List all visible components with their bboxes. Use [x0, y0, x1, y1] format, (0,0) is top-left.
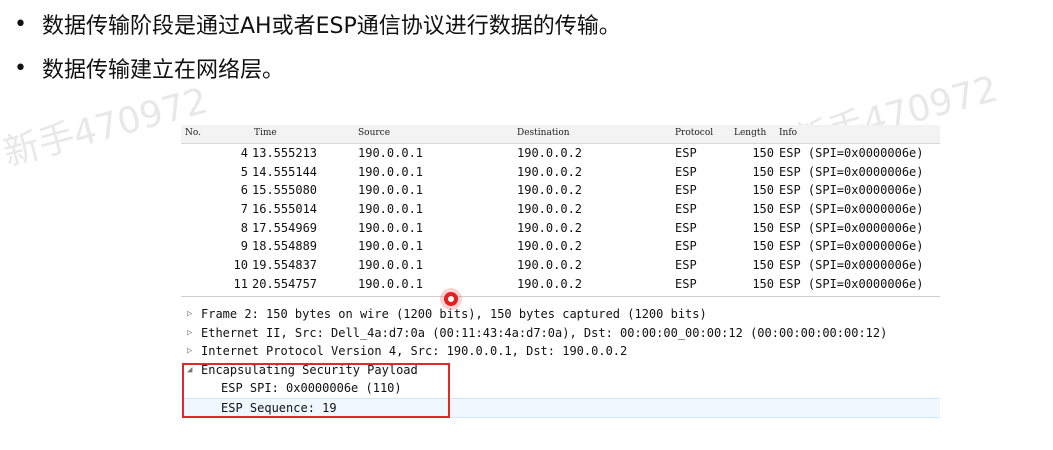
cell-time: 18.554889 — [252, 239, 318, 254]
packet-row[interactable]: 6 15.555080 190.0.0.1 190.0.0.2 ESP 150 … — [181, 181, 940, 200]
cell-time: 19.554837 — [252, 258, 318, 273]
cell-protocol: ESP — [675, 239, 697, 254]
cell-no: 5 — [240, 164, 248, 179]
cell-destination: 190.0.0.2 — [517, 239, 583, 254]
cell-length: 150 — [752, 164, 774, 179]
cell-protocol: ESP — [675, 276, 697, 291]
cell-info: ESP (SPI=0x0000006e) — [779, 164, 924, 179]
cell-protocol: ESP — [675, 258, 697, 273]
bullet-text: 数据传输阶段是通过AH或者ESP通信协议进行数据的传输。 — [42, 14, 621, 39]
cell-time: 17.554969 — [252, 220, 318, 235]
cell-no: 4 — [240, 146, 248, 160]
cell-source: 190.0.0.1 — [358, 276, 424, 291]
cell-protocol: ESP — [675, 220, 697, 235]
expand-icon[interactable]: ▷ — [181, 328, 201, 338]
cell-time: 13.555213 — [252, 146, 318, 160]
cell-no: 7 — [240, 202, 248, 217]
cell-length: 150 — [752, 202, 774, 217]
cell-destination: 190.0.0.2 — [517, 276, 583, 291]
cell-protocol: ESP — [675, 164, 697, 179]
expand-icon[interactable]: ▷ — [181, 309, 201, 319]
col-header-length[interactable]: Length — [734, 128, 766, 138]
bullet-text: 数据传输建立在网络层。 — [42, 58, 285, 83]
cell-length: 150 — [752, 220, 774, 235]
cell-no: 11 — [233, 276, 248, 291]
packet-row[interactable]: 9 18.554889 190.0.0.1 190.0.0.2 ESP 150 … — [181, 237, 940, 256]
cell-source: 190.0.0.1 — [358, 146, 424, 160]
cell-source: 190.0.0.1 — [358, 202, 424, 217]
cell-info: ESP (SPI=0x0000006e) — [779, 202, 924, 217]
cell-info: ESP (SPI=0x0000006e) — [779, 276, 924, 291]
cell-no: 9 — [240, 239, 248, 254]
cell-no: 8 — [240, 220, 248, 235]
bullet-item: • 数据传输建立在网络层。 — [14, 46, 621, 90]
cell-protocol: ESP — [675, 202, 697, 217]
col-header-time[interactable]: Time — [254, 128, 277, 138]
cell-destination: 190.0.0.2 — [517, 183, 583, 198]
cell-info: ESP (SPI=0x0000006e) — [779, 183, 924, 198]
packet-row[interactable]: 11 20.554757 190.0.0.1 190.0.0.2 ESP 150… — [181, 275, 940, 294]
cell-length: 150 — [752, 239, 774, 254]
highlight-box — [182, 363, 450, 418]
cell-destination: 190.0.0.2 — [517, 146, 583, 160]
cell-info: ESP (SPI=0x0000006e) — [779, 146, 924, 160]
col-header-no[interactable]: No. — [185, 128, 201, 138]
bullet-marker: • — [14, 55, 27, 81]
slide-bullets: • 数据传输阶段是通过AH或者ESP通信协议进行数据的传输。 • 数据传输建立在… — [14, 2, 621, 90]
detail-frame[interactable]: ▷ Frame 2: 150 bytes on wire (1200 bits)… — [181, 305, 940, 324]
cell-destination: 190.0.0.2 — [517, 220, 583, 235]
cell-time: 15.555080 — [252, 183, 318, 198]
detail-ethernet[interactable]: ▷ Ethernet II, Src: Dell_4a:d7:0a (00:11… — [181, 324, 940, 343]
detail-ip[interactable]: ▷ Internet Protocol Version 4, Src: 190.… — [181, 342, 940, 361]
cell-protocol: ESP — [675, 183, 697, 198]
detail-ethernet-text: Ethernet II, Src: Dell_4a:d7:0a (00:11:4… — [201, 325, 888, 340]
cell-time: 20.554757 — [252, 276, 318, 291]
packet-row[interactable]: 7 16.555014 190.0.0.1 190.0.0.2 ESP 150 … — [181, 200, 940, 219]
col-header-info[interactable]: Info — [779, 128, 797, 138]
cell-info: ESP (SPI=0x0000006e) — [779, 258, 924, 273]
bullet-marker: • — [14, 11, 27, 37]
cell-destination: 190.0.0.2 — [517, 164, 583, 179]
cell-time: 16.555014 — [252, 202, 318, 217]
col-header-protocol[interactable]: Protocol — [675, 128, 713, 138]
packet-list-header: No. Time Source Destination Protocol Len… — [181, 125, 940, 144]
cell-destination: 190.0.0.2 — [517, 202, 583, 217]
cell-protocol: ESP — [675, 146, 697, 160]
cell-source: 190.0.0.1 — [358, 164, 424, 179]
cell-source: 190.0.0.1 — [358, 239, 424, 254]
packet-row[interactable]: 10 19.554837 190.0.0.1 190.0.0.2 ESP 150… — [181, 256, 940, 275]
col-header-source[interactable]: Source — [358, 128, 390, 138]
cell-no: 10 — [233, 258, 248, 273]
cell-source: 190.0.0.1 — [358, 183, 424, 198]
detail-frame-text: Frame 2: 150 bytes on wire (1200 bits), … — [201, 307, 707, 322]
col-header-destination[interactable]: Destination — [517, 128, 570, 138]
cell-destination: 190.0.0.2 — [517, 258, 583, 273]
cell-no: 6 — [240, 183, 248, 198]
cell-source: 190.0.0.1 — [358, 258, 424, 273]
detail-ip-text: Internet Protocol Version 4, Src: 190.0.… — [201, 344, 628, 359]
expand-icon[interactable]: ▷ — [181, 346, 201, 356]
pointer-icon — [444, 292, 458, 306]
cell-length: 150 — [752, 276, 774, 291]
packet-row[interactable]: 8 17.554969 190.0.0.1 190.0.0.2 ESP 150 … — [181, 219, 940, 238]
cell-length: 150 — [752, 183, 774, 198]
cell-length: 150 — [752, 146, 774, 160]
cell-info: ESP (SPI=0x0000006e) — [779, 239, 924, 254]
packet-row[interactable]: 5 14.555144 190.0.0.1 190.0.0.2 ESP 150 … — [181, 163, 940, 182]
cell-info: ESP (SPI=0x0000006e) — [779, 220, 924, 235]
packet-row[interactable]: 4 13.555213 190.0.0.1 190.0.0.2 ESP 150 … — [181, 144, 940, 163]
cell-source: 190.0.0.1 — [358, 220, 424, 235]
packet-list[interactable]: No. Time Source Destination Protocol Len… — [181, 125, 940, 297]
bullet-item: • 数据传输阶段是通过AH或者ESP通信协议进行数据的传输。 — [14, 2, 621, 46]
cell-time: 14.555144 — [252, 164, 318, 179]
cell-length: 150 — [752, 258, 774, 273]
